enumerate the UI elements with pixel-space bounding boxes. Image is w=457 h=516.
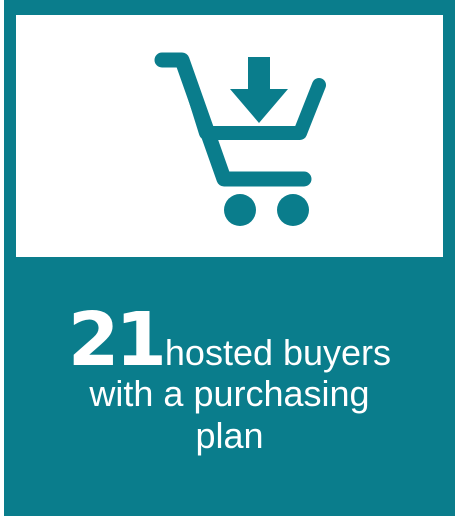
icon-panel	[16, 15, 443, 257]
stat-number: 21	[67, 297, 167, 383]
stat-text: 21hosted buyers with a purchasing plan	[4, 303, 455, 457]
stat-label-line-1: hosted buyers	[164, 332, 392, 373]
stat-label-line-3: plan	[195, 415, 264, 456]
stat-card: 21hosted buyers with a purchasing plan	[4, 0, 455, 516]
stat-line-1: 21hosted buyers	[4, 303, 455, 383]
shopping-cart-download-icon	[154, 52, 326, 226]
